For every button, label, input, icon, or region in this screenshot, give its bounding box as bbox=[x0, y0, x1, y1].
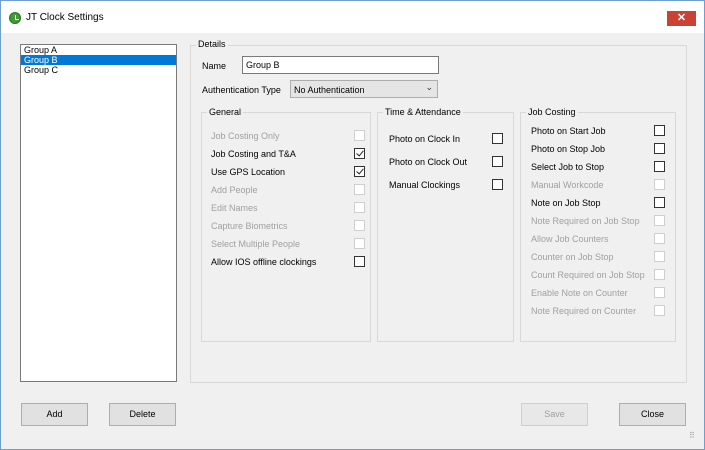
group-list-item[interactable]: Group A bbox=[21, 45, 176, 55]
general-option-checkbox[interactable] bbox=[354, 148, 365, 159]
general-legend: General bbox=[207, 107, 244, 117]
job-costing-option-label: Counter on Job Stop bbox=[531, 252, 614, 262]
job-costing-option-label: Note Required on Counter bbox=[531, 306, 637, 316]
group-list-item[interactable]: Group B bbox=[21, 55, 176, 65]
dialog-client-area: Group A Group B Group C Details Name Group… bbox=[9, 33, 698, 443]
resize-grip-icon[interactable]: ⠿ bbox=[689, 431, 695, 440]
general-option-label: Capture Biometrics bbox=[211, 221, 288, 231]
general-option-checkbox[interactable] bbox=[354, 202, 365, 213]
time-attendance-legend: Time & Attendance bbox=[383, 107, 463, 117]
job-costing-option-label: Allow Job Counters bbox=[531, 234, 609, 244]
time-attendance-group bbox=[377, 112, 514, 342]
app-clock-icon bbox=[9, 12, 21, 24]
job-costing-option-checkbox[interactable] bbox=[654, 143, 665, 154]
general-option-checkbox[interactable] bbox=[354, 130, 365, 141]
details-legend: Details bbox=[196, 39, 228, 49]
job-costing-option-label: Photo on Stop Job bbox=[531, 144, 606, 154]
general-option-checkbox[interactable] bbox=[354, 256, 365, 267]
delete-button[interactable]: Delete bbox=[109, 403, 176, 426]
general-option-checkbox[interactable] bbox=[354, 238, 365, 249]
general-option-label: Edit Names bbox=[211, 203, 258, 213]
job-costing-option-label: Count Required on Job Stop bbox=[531, 270, 645, 280]
auth-type-label: Authentication Type bbox=[202, 85, 281, 95]
job-costing-option-checkbox[interactable] bbox=[654, 197, 665, 208]
time-attendance-option-checkbox[interactable] bbox=[492, 133, 503, 144]
job-costing-option-checkbox[interactable] bbox=[654, 251, 665, 262]
time-attendance-option-checkbox[interactable] bbox=[492, 179, 503, 190]
job-costing-option-label: Manual Workcode bbox=[531, 180, 604, 190]
name-input[interactable]: Group B bbox=[242, 56, 439, 74]
job-costing-option-checkbox[interactable] bbox=[654, 161, 665, 172]
general-option-label: Add People bbox=[211, 185, 258, 195]
settings-window: JT Clock Settings ✕ Group A Group B Group … bbox=[0, 0, 705, 450]
auth-type-value: No Authentication bbox=[294, 85, 365, 95]
job-costing-option-checkbox[interactable] bbox=[654, 233, 665, 244]
name-label: Name bbox=[202, 61, 227, 71]
job-costing-option-checkbox[interactable] bbox=[654, 305, 665, 316]
time-attendance-option-label: Photo on Clock In bbox=[389, 134, 461, 144]
title-bar: JT Clock Settings ✕ bbox=[1, 1, 704, 33]
save-button[interactable]: Save bbox=[521, 403, 588, 426]
general-option-checkbox[interactable] bbox=[354, 166, 365, 177]
job-costing-option-checkbox[interactable] bbox=[654, 125, 665, 136]
job-costing-option-label: Note Required on Job Stop bbox=[531, 216, 640, 226]
auth-type-select[interactable]: No Authentication ⌄ bbox=[290, 80, 438, 98]
job-costing-option-checkbox[interactable] bbox=[654, 215, 665, 226]
close-button[interactable]: Close bbox=[619, 403, 686, 426]
job-costing-option-label: Note on Job Stop bbox=[531, 198, 601, 208]
general-option-label: Select Multiple People bbox=[211, 239, 301, 249]
job-costing-option-label: Enable Note on Counter bbox=[531, 288, 628, 298]
general-option-checkbox[interactable] bbox=[354, 220, 365, 231]
general-option-label: Use GPS Location bbox=[211, 167, 286, 177]
time-attendance-option-label: Photo on Clock Out bbox=[389, 157, 468, 167]
job-costing-option-checkbox[interactable] bbox=[654, 287, 665, 298]
add-button[interactable]: Add bbox=[21, 403, 88, 426]
time-attendance-option-checkbox[interactable] bbox=[492, 156, 503, 167]
general-option-label: Allow IOS offline clockings bbox=[211, 257, 317, 267]
job-costing-option-label: Select Job to Stop bbox=[531, 162, 605, 172]
job-costing-option-checkbox[interactable] bbox=[654, 269, 665, 280]
job-costing-option-label: Photo on Start Job bbox=[531, 126, 606, 136]
group-list-item[interactable]: Group C bbox=[21, 65, 176, 75]
general-option-label: Job Costing and T&A bbox=[211, 149, 296, 159]
job-costing-legend: Job Costing bbox=[526, 107, 578, 117]
general-option-checkbox[interactable] bbox=[354, 184, 365, 195]
general-option-label: Job Costing Only bbox=[211, 131, 280, 141]
window-title: JT Clock Settings bbox=[26, 12, 104, 23]
groups-list[interactable]: Group A Group B Group C bbox=[20, 44, 177, 382]
chevron-down-icon: ⌄ bbox=[425, 82, 433, 92]
time-attendance-option-label: Manual Clockings bbox=[389, 180, 461, 190]
job-costing-option-checkbox[interactable] bbox=[654, 179, 665, 190]
window-close-button[interactable]: ✕ bbox=[667, 11, 696, 26]
